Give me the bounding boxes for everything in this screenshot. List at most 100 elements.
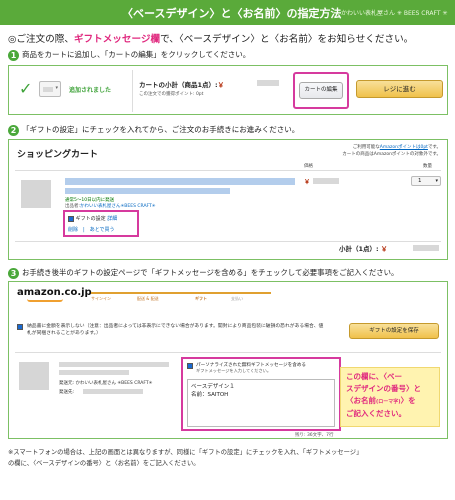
cart-subtotal-label: カートの小計（商品1点）: (139, 81, 218, 89)
points-info-suffix: です。 (427, 145, 441, 150)
divider (15, 170, 441, 171)
cart-title: ショッピングカート (17, 150, 99, 160)
char-counter: 残り: 36文字、7行 (295, 433, 334, 438)
progress-step-payment: 支払い (231, 296, 243, 301)
chevron-down-icon: ▾ (435, 178, 438, 184)
checkmark-icon: ✓ (19, 79, 33, 98)
shipped-by: 発送元: かわいい表札屋さん ✳︎BEES CRAFT✳︎ (59, 381, 153, 386)
checkbox-checked-icon (17, 324, 23, 330)
edit-cart-button[interactable]: カートの編集 (299, 82, 343, 99)
receipt-option-label: 納品書に金額を表示しない（注意：出品者によっては非表示にできない場合があります。… (27, 324, 324, 336)
product-title-blur[interactable] (65, 178, 295, 185)
footer-note: ※スマートフォンの場合は、上記の画面とは異なりますが、同様に「ギフトの設定」にチ… (8, 447, 448, 469)
callout-line-2: スデザインの番号〉と (346, 384, 421, 393)
save-gift-settings-button[interactable]: ギフトの設定を保存 (349, 323, 439, 339)
receipt-checkbox[interactable] (17, 324, 27, 334)
callout-romaji: (ローマ字) (376, 399, 401, 405)
intro-suffix: で、〈ベースデザイン〉と〈お名前〉をお知らせください。 (160, 34, 414, 45)
step3-text: お手続き後半のギフトの設定ページで「ギフトメッセージを含める」をチェックして必要… (22, 268, 399, 277)
divider (15, 241, 441, 242)
product-title-blur (59, 362, 169, 367)
address-blur (83, 389, 143, 394)
product-title-blur (59, 370, 129, 375)
progress-step-signin: サインイン (91, 296, 111, 301)
divider (132, 70, 133, 112)
product-image[interactable] (21, 180, 51, 208)
points-link[interactable]: Amazonポイントは0pt (380, 145, 428, 150)
step2-instruction: 2 「ギフトの設定」にチェックを入れてから、ご注文のお手続きにお進みください。 (8, 124, 299, 136)
chevron-down-icon: ▾ (55, 85, 58, 91)
price-header: 価格 (304, 164, 313, 169)
intro-highlight: ギフトメッセージ欄 (73, 34, 161, 45)
footer-line-2: の欄に、〈ベースデザインの番号〉と〈お名前〉をご記入ください。 (8, 460, 200, 467)
gift-checkbox-label: ギフトの設定 (75, 216, 106, 222)
step2-number: 2 (8, 124, 19, 136)
added-label: 追加されました (69, 87, 112, 94)
divider (15, 352, 441, 353)
step3-number: 3 (8, 267, 19, 279)
footer-line-1: ※スマートフォンの場合は、上記の画面とは異なりますが、同様に「ギフトの設定」にチ… (8, 449, 363, 456)
instruction-callout: この欄に、〈ベー スデザインの番号〉と 〈お名前(ローマ字)〉を ご記入ください… (340, 367, 440, 427)
seller-prefix: 出品者: (65, 204, 81, 209)
gift-detail-link[interactable]: 詳細 (107, 216, 117, 222)
step3-instruction: 3 お手続き後半のギフトの設定ページで「ギフトメッセージを含める」をチェックして必… (8, 267, 398, 279)
item-actions: 削除 | あとで買う (68, 227, 115, 233)
step1-panel: ✓ ▾ 追加されました カートの小計（商品1点）:￥ この注文での獲得ポイント:… (8, 65, 448, 115)
intro-text: ◎ご注文の際、ギフトメッセージ欄で、〈ベースデザイン〉と〈お名前〉をお知らせくだ… (8, 31, 413, 45)
step2-panel: ショッピングカート ご利用可能なAmazonポイントは0ptです。 カートの商品… (8, 139, 448, 260)
points-note: この注文での獲得ポイント: 0pt (139, 92, 204, 97)
shipped-to: 発送先: (59, 390, 75, 395)
progress-step-shipping: 配送 & 配送 (137, 296, 159, 301)
cart-subtotal: カートの小計（商品1点）:￥ (139, 79, 224, 89)
quantity-select[interactable]: 1 ▾ (411, 176, 441, 186)
seller-info: 出品者:かわいい表札屋さん✳︎BEES CRAFT✳︎ (65, 203, 156, 209)
product-image (19, 362, 49, 390)
gift-checkbox[interactable] (68, 215, 74, 222)
currency-symbol: ￥ (217, 81, 225, 89)
delete-link[interactable]: 削除 (68, 227, 78, 233)
thumbnail-placeholder (43, 87, 53, 92)
step2-text: 「ギフトの設定」にチェックを入れてから、ご注文のお手続きにお進みください。 (22, 125, 300, 134)
price-blur (257, 80, 279, 86)
points-info: ご利用可能なAmazonポイントは0ptです。 (353, 144, 441, 150)
message-line-1: ベースデザイン１ (191, 384, 235, 390)
product-thumbnail[interactable]: ▾ (39, 81, 61, 97)
gift-message-highlight: パーソナライズされた無料ギフトメッセージを含める ギフトメッセージを入力してくだ… (181, 357, 341, 431)
callout-line-3: 〈お名前(ローマ字)〉を (346, 395, 434, 408)
currency-symbol: ￥ (380, 245, 388, 253)
amazon-smile-icon (27, 299, 63, 302)
intro-prefix: ◎ご注文の際、 (8, 34, 74, 45)
price-blur (313, 178, 339, 184)
edit-cart-highlight: カートの編集 (293, 72, 349, 109)
gift-message-textarea[interactable]: ベースデザイン１ 名前：SAITOH (187, 379, 335, 427)
quantity-value: 1 (418, 178, 422, 184)
price-blur (413, 245, 439, 251)
message-line-2: 名前：SAITOH (191, 392, 229, 398)
page-title: 〈ベースデザイン〉と〈お名前〉の指定方法 (122, 7, 342, 20)
callout-end: 〉を (400, 396, 416, 405)
amazon-logo: amazon.co.jp (17, 287, 92, 298)
item-price: ￥ (304, 177, 310, 186)
progress-bar (91, 292, 271, 294)
callout-name: 〈お名前 (346, 396, 376, 405)
checkout-button[interactable]: レジに進む (356, 80, 443, 98)
include-message-sub: ギフトメッセージを入力してください。 (196, 368, 272, 373)
subtotal-label: 小計（1点）: (339, 245, 379, 253)
callout-line-4: ご記入ください。 (346, 409, 406, 418)
progress-step-gift: ギフト (195, 296, 207, 301)
step1-number: 1 (8, 49, 19, 61)
include-message-checkbox[interactable] (187, 363, 193, 369)
page-header: 〈ベースデザイン〉と〈お名前〉の指定方法 かわいい表札屋さん ✳︎ BEES C… (0, 0, 455, 25)
step1-text: 商品をカートに追加し、「カートの編集」をクリックしてください。 (22, 50, 251, 59)
seller-link[interactable]: かわいい表札屋さん✳︎BEES CRAFT✳︎ (80, 204, 156, 209)
quantity-header: 数量 (423, 164, 432, 169)
cart-subtotal-2: 小計（1点）: ￥ (339, 243, 387, 253)
gift-checkbox-row[interactable]: ギフトの設定 詳細 (68, 215, 117, 222)
gift-settings-highlight: ギフトの設定 詳細 削除 | あとで買う (63, 210, 139, 237)
save-later-link[interactable]: あとで買う (90, 227, 115, 233)
brand-name: かわいい表札屋さん ✳︎ BEES CRAFT ✳︎ (341, 10, 448, 17)
callout-line-1: この欄に、〈ベー (346, 372, 403, 381)
step1-instruction: 1 商品をカートに追加し、「カートの編集」をクリックしてください。 (8, 49, 250, 61)
currency-symbol: ￥ (304, 179, 311, 186)
product-title-blur[interactable] (65, 188, 230, 194)
